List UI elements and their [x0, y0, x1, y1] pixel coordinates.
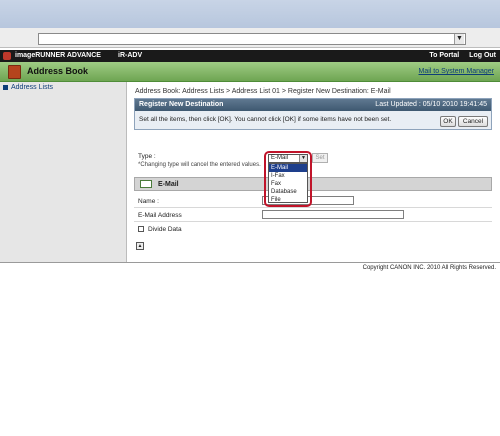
- type-option-email[interactable]: E-Mail: [269, 164, 307, 172]
- type-dropdown-list: E-Mail I-Fax Fax Database File: [268, 163, 308, 203]
- name-label: Name :: [138, 198, 159, 205]
- scroll-to-top-icon[interactable]: ▲: [136, 242, 144, 250]
- sidebar: Address Lists: [0, 82, 127, 262]
- ok-button[interactable]: OK: [440, 116, 456, 127]
- type-option-file[interactable]: File: [269, 196, 307, 204]
- log-out-link[interactable]: Log Out: [469, 52, 496, 59]
- type-select[interactable]: E-Mail ▼: [268, 154, 308, 163]
- bullet-icon: [3, 84, 8, 90]
- address-bar[interactable]: ▼: [38, 33, 466, 45]
- breadcrumb: Address Book: Address Lists > Address Li…: [135, 88, 391, 95]
- section-title: E-Mail: [158, 181, 179, 188]
- register-panel: Register New Destination Last Updated : …: [134, 98, 492, 130]
- to-portal-link[interactable]: To Portal: [429, 52, 459, 59]
- main-content: Address Book: Address Lists > Address Li…: [128, 82, 500, 262]
- product-name: imageRUNNER ADVANCE: [15, 52, 101, 59]
- panel-message: Set all the items, then click [OK]. You …: [139, 116, 392, 123]
- copyright: Copyright CANON INC. 2010 All Rights Res…: [362, 265, 496, 271]
- divide-data-checkbox[interactable]: [138, 226, 144, 232]
- type-label: Type :: [138, 153, 156, 160]
- panel-header: Register New Destination Last Updated : …: [135, 99, 491, 111]
- email-address-input[interactable]: [262, 210, 404, 219]
- panel-title: Register New Destination: [139, 101, 224, 108]
- address-book-icon: [8, 65, 21, 79]
- sidebar-item-label: Address Lists: [11, 84, 54, 91]
- chevron-down-icon[interactable]: ▼: [299, 155, 307, 162]
- name-row: Name :: [134, 195, 492, 208]
- divide-row: Divide Data: [134, 223, 492, 236]
- last-updated: Last Updated : 05/10 2010 19:41:45: [375, 101, 487, 108]
- type-option-fax[interactable]: Fax: [269, 180, 307, 188]
- divide-data-label: Divide Data: [148, 226, 182, 233]
- page-title: Address Book: [27, 66, 89, 76]
- canon-logo-icon: [3, 52, 11, 60]
- mail-system-manager-link[interactable]: Mail to System Manager: [419, 68, 494, 75]
- address-dropdown-icon[interactable]: ▼: [454, 34, 464, 44]
- type-option-ifax[interactable]: I-Fax: [269, 172, 307, 180]
- set-button[interactable]: Set: [312, 153, 328, 163]
- type-change-note: *Changing type will cancel the entered v…: [138, 162, 261, 168]
- footer-divider: [0, 262, 500, 263]
- type-selected-value: E-Mail: [271, 155, 289, 161]
- email-section-header: E-Mail: [134, 177, 492, 191]
- title-bar: Address Book Mail to System Manager: [0, 62, 500, 82]
- email-label: E-Mail Address: [138, 212, 182, 219]
- email-icon: [140, 180, 152, 188]
- model-name: iR-ADV: [118, 52, 143, 59]
- email-row: E-Mail Address: [134, 209, 492, 222]
- sidebar-item-address-lists[interactable]: Address Lists: [3, 84, 53, 91]
- panel-body: Set all the items, then click [OK]. You …: [135, 111, 491, 128]
- header-links: To Portal Log Out: [421, 52, 496, 59]
- app-header: imageRUNNER ADVANCE iR-ADV To Portal Log…: [0, 50, 500, 62]
- type-option-database[interactable]: Database: [269, 188, 307, 196]
- cancel-button[interactable]: Cancel: [458, 116, 488, 127]
